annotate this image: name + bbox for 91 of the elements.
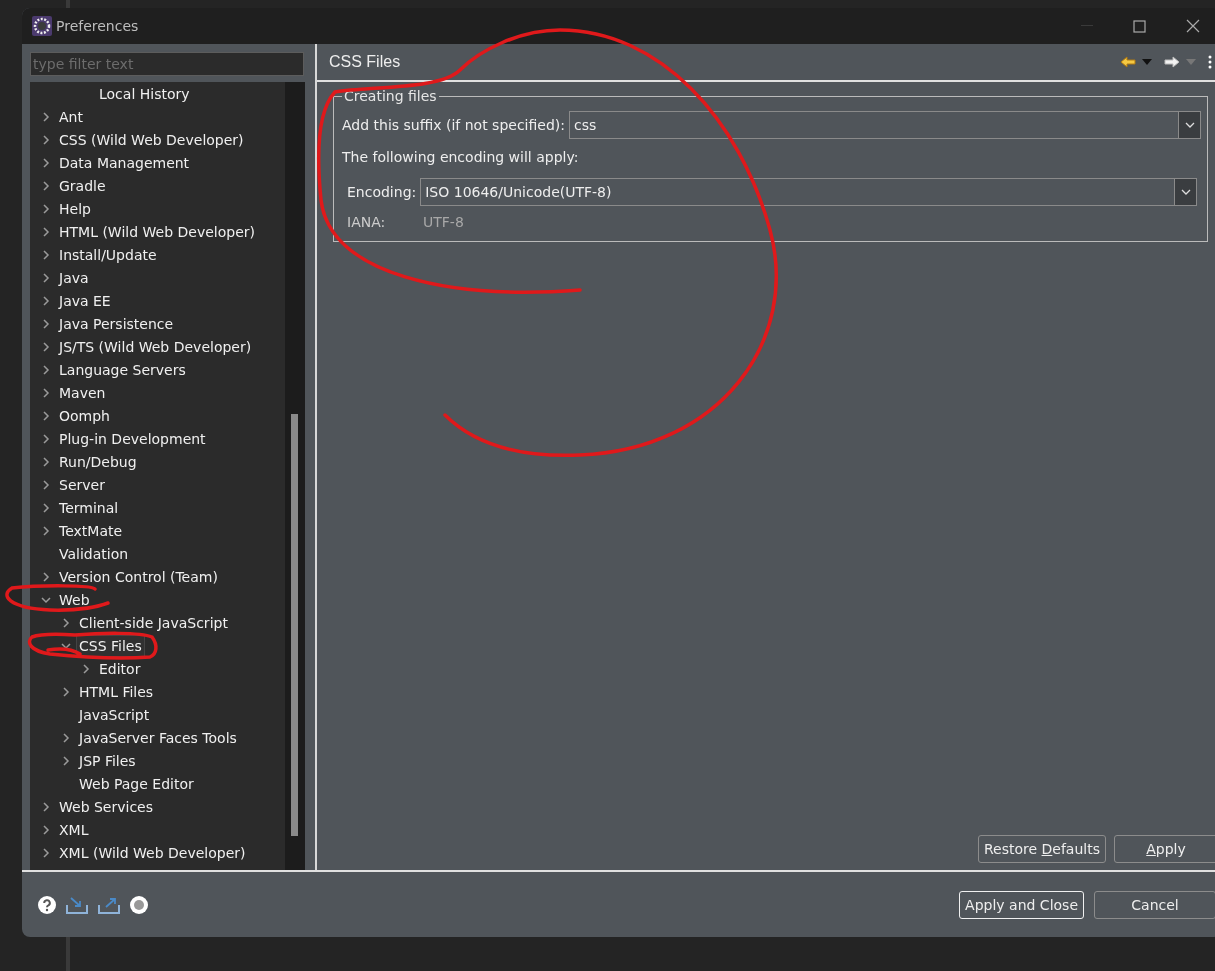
chevron-right-icon[interactable] [40,294,52,307]
tree-item[interactable]: Gradle [56,174,109,197]
chevron-right-icon[interactable] [60,754,72,767]
record-icon[interactable] [130,895,148,914]
chevron-right-icon[interactable] [80,662,92,675]
chevron-right-icon[interactable] [40,271,52,284]
tree-item[interactable]: Web Services [56,795,156,818]
cancel-button[interactable]: Cancel [1094,890,1215,919]
chevron-right-icon[interactable] [40,225,52,238]
chevron-right-icon[interactable] [40,110,52,123]
chevron-right-icon[interactable] [40,409,52,422]
tree-item[interactable]: Plug-in Development [56,427,209,450]
app-gear-icon [32,16,52,36]
tree-item[interactable]: Data Management [56,151,193,174]
restore-defaults-button[interactable]: Restore Defaults [977,835,1106,863]
encoding-dropdown[interactable]: ISO 10646/Unicode(UTF-8) [420,178,1197,206]
dropdown-caret-icon [1186,59,1196,65]
chevron-right-icon[interactable] [40,363,52,376]
tree-item[interactable]: Java Persistence [56,312,177,335]
tree-item[interactable]: HTML Files [76,680,157,703]
chevron-right-icon[interactable] [40,432,52,445]
suffix-dropdown[interactable]: css [569,111,1201,139]
chevron-right-icon[interactable] [40,317,52,330]
tree-item[interactable]: XML (Wild Web Developer) [56,841,249,864]
tree-item[interactable]: Java [56,266,92,289]
tree-item[interactable]: Web [56,588,93,611]
chevron-right-icon[interactable] [40,340,52,353]
back-arrow-icon[interactable] [1120,56,1136,68]
chevron-right-icon[interactable] [40,570,52,583]
tree-item[interactable]: Language Servers [56,358,189,381]
tree-item[interactable]: TextMate [56,519,126,542]
field-label: Add this suffix (if not specified): [342,115,565,135]
field-label: IANA: [347,213,387,232]
tree-item[interactable]: Client-side JavaScript [76,611,231,634]
tree-item[interactable]: CSS (Wild Web Developer) [56,128,247,151]
help-icon[interactable] [38,895,56,914]
forward-arrow-icon[interactable] [1164,56,1180,68]
tree-item[interactable]: Editor [96,657,144,680]
maximize-icon[interactable] [1133,19,1146,33]
tree-item[interactable]: JavaServer Faces Tools [76,726,240,749]
chevron-right-icon[interactable] [40,524,52,537]
tree-item[interactable]: Run/Debug [56,450,140,473]
chevron-right-icon[interactable] [40,179,52,192]
tree-item[interactable]: JS/TS (Wild Web Developer) [56,335,255,358]
tree-item[interactable]: Validation [56,542,132,565]
tree-item[interactable]: Java EE [56,289,114,312]
scrollbar[interactable] [285,82,305,870]
chevron-right-icon[interactable] [60,731,72,744]
chevron-down-icon [1180,189,1191,195]
tree-item[interactable]: JSP Files [76,749,139,772]
chevron-down-icon [1184,122,1195,128]
tree-item[interactable]: Maven [56,381,109,404]
tree-item[interactable]: JavaScript [76,703,153,726]
field-value: UTF-8 [423,213,464,232]
chevron-right-icon[interactable] [40,846,52,859]
more-options-icon[interactable] [1208,55,1212,69]
field-label: Encoding: [347,182,417,202]
page-title: CSS Files [329,52,401,72]
tree-item[interactable]: Ant [56,105,86,128]
chevron-right-icon[interactable] [40,823,52,836]
filter-field[interactable]: type filter text [30,52,304,76]
tree-item[interactable]: Terminal [56,496,122,519]
tree-item[interactable]: Web Page Editor [76,772,197,795]
close-icon[interactable] [1186,19,1200,33]
chevron-right-icon[interactable] [40,386,52,399]
chevron-right-icon[interactable] [60,616,72,629]
chevron-right-icon[interactable] [40,800,52,813]
tree-item[interactable]: HTML (Wild Web Developer) [56,220,258,243]
chevron-right-icon[interactable] [40,202,52,215]
chevron-right-icon[interactable] [40,133,52,146]
scrollbar-thumb[interactable] [291,414,298,836]
tree-item[interactable]: XML [56,818,92,841]
tree-item[interactable]: Install/Update [56,243,160,266]
chevron-right-icon[interactable] [60,685,72,698]
chevron-right-icon[interactable] [40,455,52,468]
dropdown-caret-icon[interactable] [1142,59,1152,65]
chevron-right-icon[interactable] [40,501,52,514]
apply-and-close-button[interactable]: Apply and Close [959,890,1084,919]
apply-button[interactable]: Apply [1114,835,1215,863]
chevron-right-icon[interactable] [40,248,52,261]
chevron-right-icon[interactable] [40,156,52,169]
info-text: The following encoding will apply: [342,149,579,165]
tree-item[interactable]: Oomph [56,404,113,427]
tree-item[interactable]: Help [56,197,94,220]
import-icon[interactable] [66,895,88,914]
tree-item[interactable]: Server [56,473,108,496]
chevron-right-icon[interactable] [40,478,52,491]
window-title: Preferences [56,16,139,36]
tree-item[interactable]: Local History [96,82,193,105]
tree-item[interactable]: Version Control (Team) [56,565,221,588]
export-icon[interactable] [98,895,120,914]
